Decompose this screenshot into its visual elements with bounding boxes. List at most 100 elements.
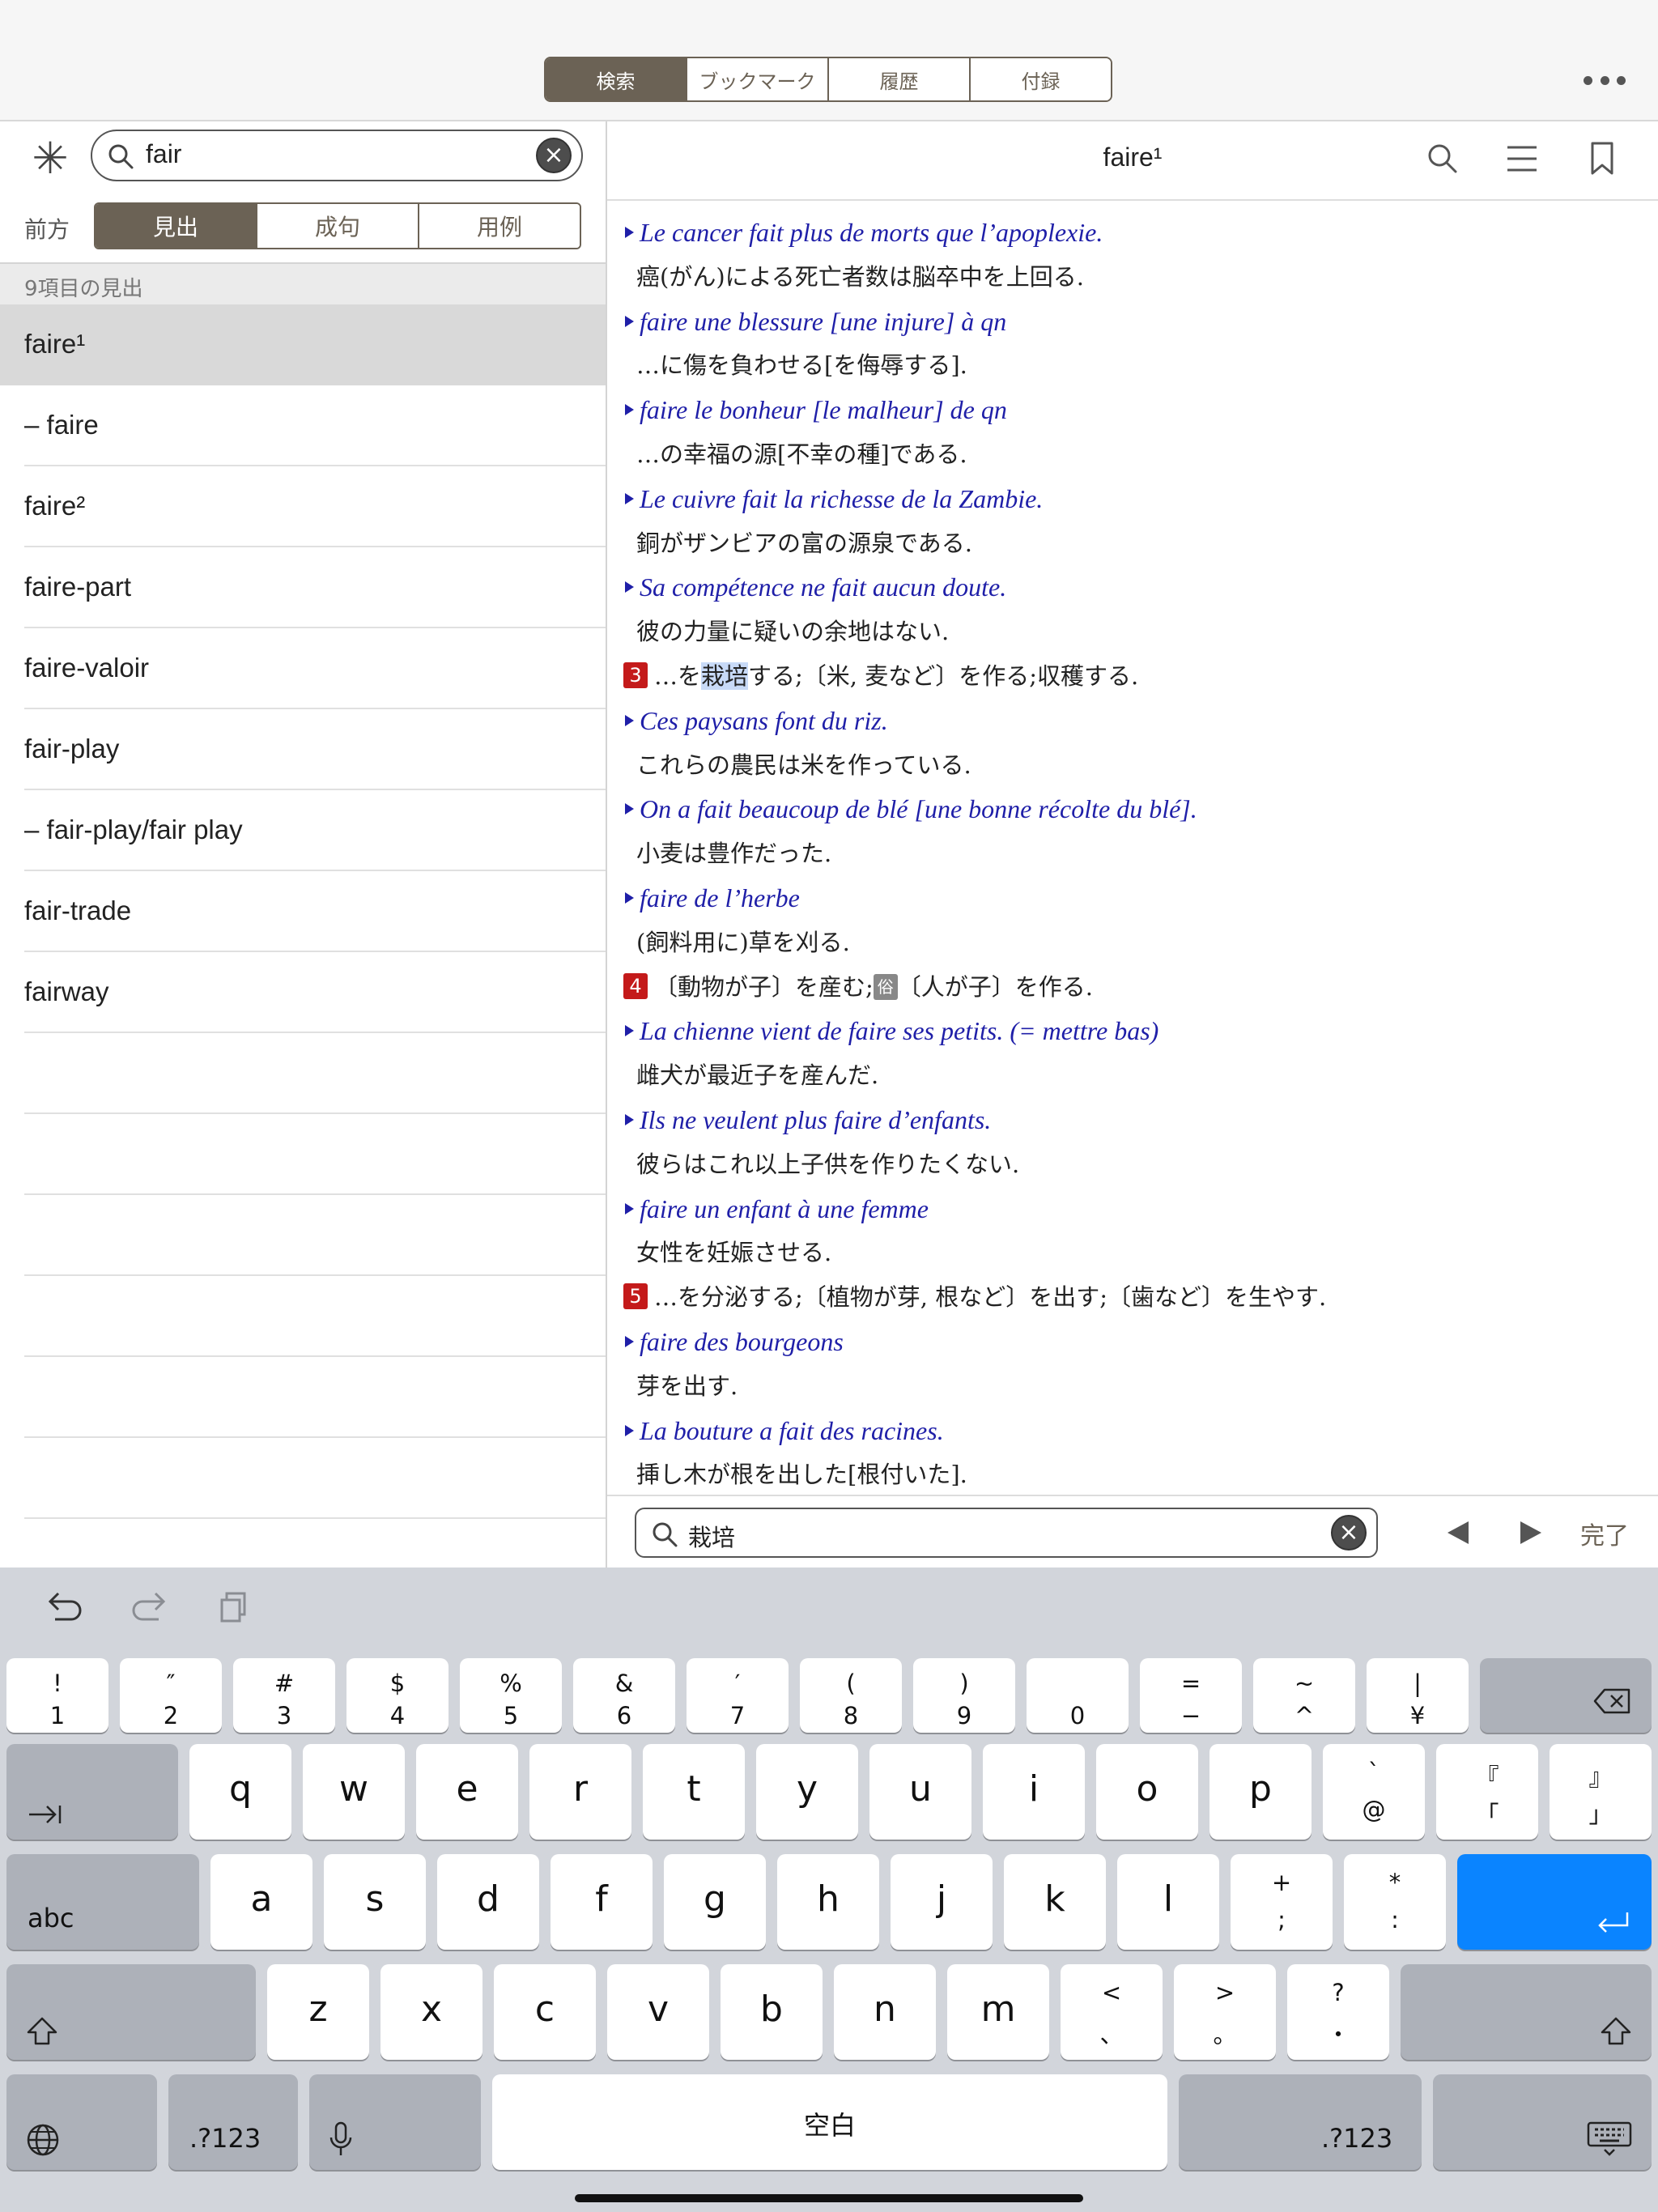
example-french[interactable]: faire une blessure [une injure] à qn — [622, 307, 1006, 336]
tab-headword[interactable]: 見出 — [96, 204, 256, 248]
key-p[interactable]: p — [1209, 1744, 1312, 1840]
find-input-value[interactable]: 栽培 — [688, 1519, 735, 1553]
key[interactable]: & 6 — [573, 1658, 675, 1733]
example-french[interactable]: faire de l’herbe — [622, 883, 800, 912]
example-french[interactable]: faire des bourgeons — [622, 1327, 844, 1356]
globe-key[interactable] — [6, 2074, 157, 2170]
numbers-key-left[interactable]: .?123 — [168, 2074, 298, 2170]
tab-idiom[interactable]: 成句 — [256, 204, 418, 248]
tab-appendix[interactable]: 付録 — [969, 58, 1111, 100]
example-french[interactable]: Le cancer fait plus de morts que l’apopl… — [622, 218, 1103, 247]
key-b[interactable]: b — [721, 1964, 823, 2060]
list-item[interactable]: faire-valoir — [0, 628, 606, 709]
key[interactable]: | ¥ — [1367, 1658, 1469, 1733]
list-item[interactable]: fair-play — [0, 709, 606, 790]
key[interactable]: = − — [1140, 1658, 1242, 1733]
return-key[interactable] — [1457, 1854, 1652, 1950]
example-french[interactable]: La chienne vient de faire ses petits. (=… — [622, 1016, 1158, 1045]
wildcard-icon[interactable]: ✳ — [29, 137, 71, 181]
list-item[interactable]: fairway — [0, 952, 606, 1033]
key-z[interactable]: z — [267, 1964, 369, 2060]
list-item[interactable]: – faire — [0, 385, 606, 466]
key-w[interactable]: w — [303, 1744, 405, 1840]
key-g[interactable]: g — [664, 1854, 766, 1950]
example-french[interactable]: Le cuivre fait la richesse de la Zambie. — [622, 484, 1043, 513]
key[interactable]: ? ・ — [1287, 1964, 1389, 2060]
key[interactable]: $4 — [346, 1658, 449, 1733]
search-direction-label[interactable]: 前方 — [24, 212, 70, 245]
tab-history[interactable]: 履歴 — [827, 58, 969, 100]
bookmark-icon[interactable] — [1588, 141, 1616, 177]
list-item[interactable]: faire² — [0, 466, 606, 547]
key-y[interactable]: y — [756, 1744, 858, 1840]
example-french[interactable]: Ces paysans font du riz. — [622, 706, 888, 735]
key[interactable]: *: — [1344, 1854, 1446, 1950]
contents-list-icon[interactable] — [1504, 141, 1540, 177]
key[interactable]: ′ 7 — [687, 1658, 789, 1733]
key-n[interactable]: n — [834, 1964, 936, 2060]
shift-key-right[interactable] — [1401, 1964, 1652, 2060]
list-item[interactable]: fair-trade — [0, 871, 606, 952]
clear-search-icon[interactable]: × — [536, 138, 572, 173]
example-french[interactable]: On a fait beaucoup de blé [une bonne réc… — [622, 794, 1197, 823]
next-match-icon[interactable] — [1517, 1519, 1545, 1546]
clear-find-icon[interactable]: × — [1331, 1515, 1367, 1551]
key-c[interactable]: c — [494, 1964, 596, 2060]
list-item[interactable]: – fair-play/fair play — [0, 790, 606, 871]
paste-icon[interactable] — [217, 1590, 253, 1626]
key-x[interactable]: x — [380, 1964, 483, 2060]
key-j[interactable]: j — [891, 1854, 993, 1950]
key[interactable]: >。 — [1174, 1964, 1276, 2060]
key-q[interactable]: q — [189, 1744, 291, 1840]
key-m[interactable]: m — [947, 1964, 1049, 2060]
key-f[interactable]: f — [551, 1854, 653, 1950]
tab-example[interactable]: 用例 — [418, 204, 580, 248]
example-french[interactable]: faire un enfant à une femme — [622, 1194, 929, 1223]
dictation-key[interactable] — [309, 2074, 481, 2170]
key-a[interactable]: a — [210, 1854, 312, 1950]
key-k[interactable]: k — [1004, 1854, 1106, 1950]
done-button[interactable]: 完了 — [1580, 1516, 1629, 1551]
tab-key[interactable] — [6, 1744, 178, 1840]
key-s[interactable]: s — [324, 1854, 426, 1950]
tab-bookmarks[interactable]: ブックマーク — [686, 58, 827, 100]
key[interactable]: 『「 — [1436, 1744, 1538, 1840]
more-options-icon[interactable] — [1584, 74, 1626, 86]
example-french[interactable]: La bouture a fait des racines. — [622, 1416, 944, 1445]
key[interactable]: #3 — [233, 1658, 335, 1733]
key[interactable]: ~ ^ — [1253, 1658, 1355, 1733]
find-input[interactable]: 栽培 × — [635, 1508, 1378, 1558]
previous-match-icon[interactable] — [1444, 1519, 1472, 1546]
example-french[interactable]: faire le bonheur [le malheur] de qn — [622, 395, 1007, 424]
key[interactable]: ″ 2 — [120, 1658, 222, 1733]
key-e[interactable]: e — [416, 1744, 518, 1840]
space-key[interactable]: 空白 — [492, 2074, 1167, 2170]
numbers-key-right[interactable]: .?123 — [1179, 2074, 1422, 2170]
key-t[interactable]: t — [643, 1744, 745, 1840]
example-french[interactable]: Ils ne veulent plus faire d’enfants. — [622, 1105, 991, 1134]
key-u[interactable]: u — [869, 1744, 971, 1840]
shift-key-left[interactable] — [6, 1964, 256, 2060]
key[interactable]: % 5 — [460, 1658, 562, 1733]
key-v[interactable]: v — [607, 1964, 709, 2060]
list-item[interactable]: faire¹ — [0, 304, 606, 385]
key[interactable]: ! 1 — [6, 1658, 108, 1733]
list-item[interactable]: faire-part — [0, 547, 606, 628]
search-input[interactable]: fair × — [91, 130, 583, 181]
key-h[interactable]: h — [777, 1854, 879, 1950]
key-d[interactable]: d — [437, 1854, 539, 1950]
key-o[interactable]: o — [1096, 1744, 1198, 1840]
abc-key[interactable]: abc — [6, 1854, 199, 1950]
key-l[interactable]: l — [1117, 1854, 1219, 1950]
key[interactable]: 』」 — [1550, 1744, 1652, 1840]
tab-search[interactable]: 検索 — [546, 58, 686, 100]
hide-keyboard-key[interactable] — [1433, 2074, 1652, 2170]
key[interactable]: ) 9 — [913, 1658, 1015, 1733]
delete-key[interactable] — [1480, 1658, 1652, 1733]
redo-icon[interactable] — [130, 1590, 170, 1626]
key-r[interactable]: r — [529, 1744, 631, 1840]
key[interactable]: +; — [1231, 1854, 1333, 1950]
key[interactable]: ` @ — [1323, 1744, 1425, 1840]
key[interactable]: <、 — [1061, 1964, 1163, 2060]
undo-icon[interactable] — [44, 1590, 84, 1626]
